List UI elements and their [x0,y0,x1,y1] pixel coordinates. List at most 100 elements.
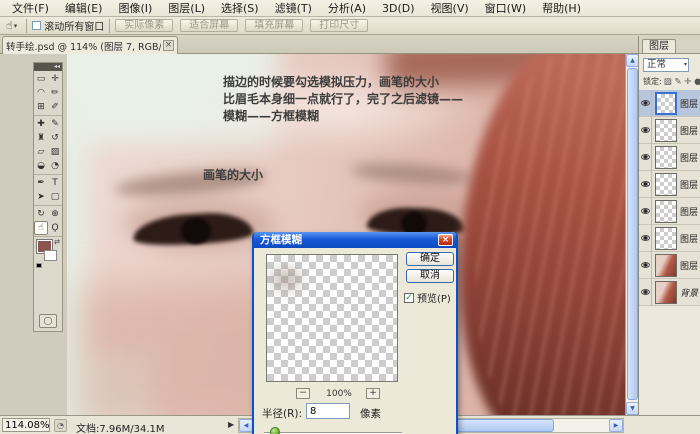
3d-orbit-tool[interactable]: ⊕ [48,207,62,221]
gradient-tool[interactable]: ▨ [48,145,62,159]
menu-select[interactable]: 选择(S) [213,0,267,16]
visibility-eye-icon[interactable] [639,279,652,306]
visibility-eye-icon[interactable] [639,225,652,252]
lock-position-icon[interactable]: ✛ [684,77,691,87]
left-iris [181,218,211,244]
zoom-percentage-input[interactable] [2,418,50,432]
menu-3d[interactable]: 3D(D) [374,2,423,15]
lasso-tool[interactable]: ◠ [34,86,48,100]
layer-row-3[interactable]: 图层 3 [639,198,700,225]
actual-pixels-button[interactable]: 实际像素 [115,19,173,32]
menu-layer[interactable]: 图层(L) [160,0,213,16]
visibility-eye-icon[interactable] [639,198,652,225]
layer-row-6[interactable]: 图层 6 [639,117,700,144]
layer-thumbnail[interactable] [655,173,677,196]
layer-row-1[interactable]: 图层 1 [639,252,700,279]
layer-row-2[interactable]: 图层 2 [639,225,700,252]
quick-selection-tool[interactable]: ✏ [48,86,62,100]
preview-checkbox[interactable]: ✓ [404,293,414,303]
layer-thumbnail[interactable] [655,281,677,304]
pen-tool[interactable]: ✒ [34,176,48,190]
visibility-eye-icon[interactable] [639,90,652,117]
radius-slider-thumb[interactable] [270,427,280,434]
layer-thumbnail[interactable] [655,119,677,142]
zoom-tool[interactable]: Ϙ [48,221,62,235]
visibility-eye-icon[interactable] [639,252,652,279]
close-icon[interactable]: × [163,40,174,51]
clone-stamp-tool[interactable]: ♜ [34,131,48,145]
blend-mode-select[interactable]: 正常▾ [643,58,689,72]
dialog-title-bar[interactable]: 方框模糊 × [254,232,456,248]
layer-name: 图层 1 [680,259,700,272]
ok-button[interactable]: 确定 [406,252,454,266]
status-flyout-icon[interactable]: ▶ [228,420,234,429]
layer-name: 图层 6 [680,124,700,137]
3d-rotate-tool[interactable]: ↻ [34,207,48,221]
vertical-scrollbar[interactable]: ▲ ▼ [625,54,638,415]
layer-row-background[interactable]: 背景 [639,279,700,306]
menu-image[interactable]: 图像(I) [110,0,160,16]
type-tool[interactable]: T [48,176,62,190]
healing-brush-tool[interactable]: ✚ [34,117,48,131]
path-selection-tool[interactable]: ➤ [34,190,48,204]
rectangular-marquee-tool[interactable]: ▭ [34,72,48,86]
layer-row-5[interactable]: 图层 5 [639,144,700,171]
default-colors-icon[interactable] [36,263,42,268]
scroll-right-icon[interactable]: ▶ [609,419,623,432]
blur-preview-area[interactable] [266,254,398,382]
swap-colors-icon[interactable]: ⇄ [54,238,60,246]
chevron-down-icon[interactable]: ▾ [14,22,18,30]
preview-zoom-in-button[interactable]: + [366,388,380,399]
layer-thumbnail[interactable] [655,227,677,250]
panel-collapse-icon[interactable]: ◂◂ [34,63,62,71]
menu-view[interactable]: 视图(V) [423,0,477,16]
eyedropper-tool[interactable]: ✐ [48,100,62,114]
radius-input[interactable] [306,403,350,419]
status-options-icon[interactable]: ◔ [54,419,67,432]
scroll-all-windows-checkbox[interactable] [32,21,41,30]
eraser-tool[interactable]: ▱ [34,145,48,159]
layer-thumbnail[interactable] [655,92,677,115]
layer-thumbnail[interactable] [655,254,677,277]
layer-row-7[interactable]: 图层 7 [639,90,700,117]
move-tool[interactable]: ✛ [48,72,62,86]
menu-edit[interactable]: 编辑(E) [57,0,111,16]
hand-tool[interactable]: ☝ [34,221,48,235]
layer-thumbnail[interactable] [655,146,677,169]
divider [26,19,27,33]
history-brush-tool[interactable]: ↺ [48,131,62,145]
brush-tool[interactable]: ✎ [48,117,62,131]
layer-name: 背景 [680,286,698,299]
close-icon[interactable]: × [438,234,453,246]
print-size-button[interactable]: 打印尺寸 [310,19,368,32]
layer-row-4[interactable]: 图层 4 [639,171,700,198]
fit-screen-button[interactable]: 适合屏幕 [180,19,238,32]
scroll-left-icon[interactable]: ◀ [239,419,253,432]
fill-screen-button[interactable]: 填充屏幕 [245,19,303,32]
menu-analysis[interactable]: 分析(A) [320,0,374,16]
vertical-scrollbar-thumb[interactable] [627,68,638,400]
preview-checkbox-label: 预览(P) [417,290,451,305]
rectangle-shape-tool[interactable]: ▢ [48,190,62,204]
visibility-eye-icon[interactable] [639,171,652,198]
tab-layers[interactable]: 图层 [642,39,676,54]
menu-file[interactable]: 文件(F) [4,0,57,16]
visibility-eye-icon[interactable] [639,144,652,171]
hand-tool-icon[interactable]: ☝ [6,19,13,32]
layer-thumbnail[interactable] [655,200,677,223]
visibility-eye-icon[interactable] [639,117,652,144]
preview-zoom-out-button[interactable]: − [296,388,310,399]
lock-image-icon[interactable]: ✎ [674,77,681,87]
document-tab[interactable]: 转手绘.psd @ 114% (图层 7, RGB/8) * × [2,36,178,54]
quick-mask-button[interactable]: ◯ [39,314,57,328]
cancel-button[interactable]: 取消 [406,269,454,283]
menu-filter[interactable]: 滤镜(T) [267,0,320,16]
lock-transparency-icon[interactable]: ▨ [664,77,672,87]
dodge-tool[interactable]: ◔ [48,159,62,173]
menu-window[interactable]: 窗口(W) [477,0,534,16]
crop-tool[interactable]: ⊞ [34,100,48,114]
lock-all-icon[interactable]: ● [694,77,700,87]
blur-tool[interactable]: ◒ [34,159,48,173]
background-color-swatch[interactable] [44,250,57,261]
menu-help[interactable]: 帮助(H) [534,0,589,16]
